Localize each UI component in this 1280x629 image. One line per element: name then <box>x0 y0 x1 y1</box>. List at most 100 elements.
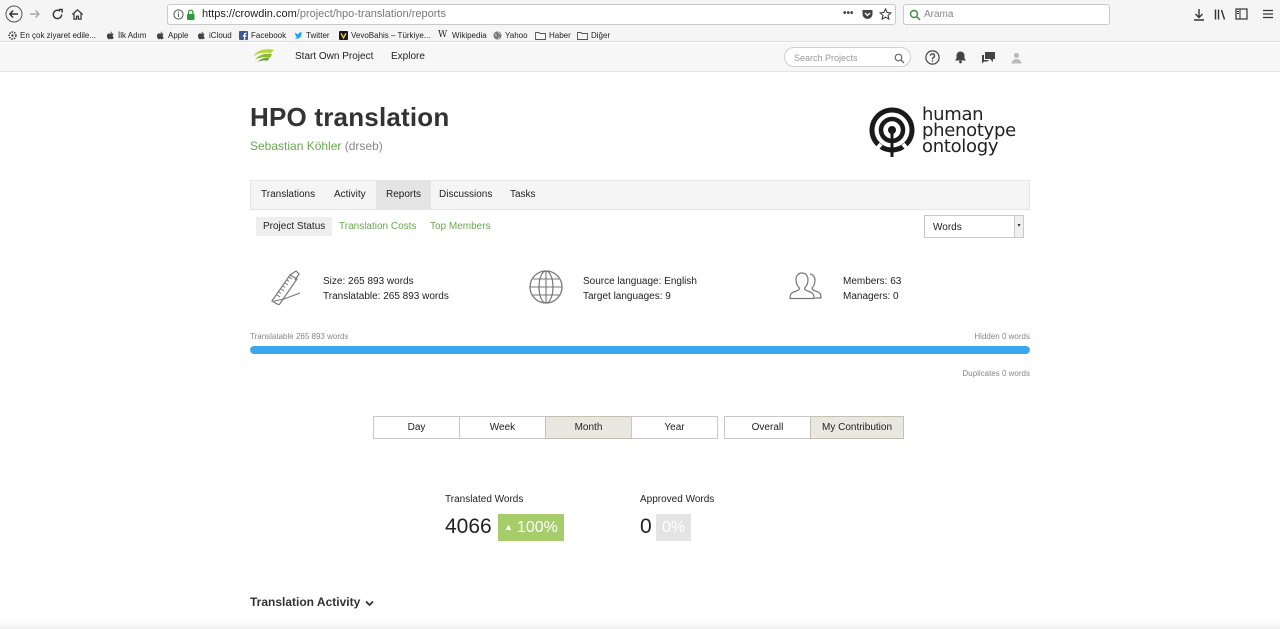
bookmarks-bar: En çok ziyaret edile... İlk Adım Apple i… <box>0 28 1280 42</box>
pocket-icon[interactable] <box>861 8 874 26</box>
reload-icon[interactable] <box>47 4 67 24</box>
translated-words-value: 4066 <box>445 515 492 538</box>
start-own-project-link[interactable]: Start Own Project <box>295 51 373 62</box>
period-week-button[interactable]: Week <box>459 416 546 439</box>
bookmark-item[interactable]: Yahoo <box>493 29 528 41</box>
subtab-project-status[interactable]: Project Status <box>256 217 333 236</box>
bookmark-item[interactable]: Diğer <box>577 29 610 41</box>
period-month-button[interactable]: Month <box>545 416 632 439</box>
crowdin-logo-icon[interactable] <box>251 47 275 67</box>
bookmark-item[interactable]: Twitter <box>294 29 330 41</box>
bookmark-item[interactable]: iCloud <box>197 29 232 41</box>
scope-my-contribution-button[interactable]: My Contribution <box>810 416 904 439</box>
browser-toolbar: https://crowdin.com/project/hpo-translat… <box>0 0 1280 28</box>
messages-icon[interactable] <box>980 49 996 65</box>
tab-translations[interactable]: Translations <box>251 181 325 209</box>
url-bar[interactable]: https://crowdin.com/project/hpo-translat… <box>167 4 896 25</box>
site-header: Start Own Project Explore Search Project… <box>0 43 1280 72</box>
apple-icon <box>106 31 115 40</box>
report-subtabs: Project Status Translation Costs Top Mem… <box>250 210 1030 244</box>
subtab-translation-costs[interactable]: Translation Costs <box>332 217 423 236</box>
twitter-icon <box>294 31 303 40</box>
bookmark-item[interactable]: Facebook <box>239 29 286 41</box>
page-actions-icon[interactable]: ••• <box>843 8 854 19</box>
period-year-button[interactable]: Year <box>631 416 718 439</box>
bookmark-label: Wikipedia <box>452 30 487 40</box>
bookmark-item[interactable]: Apple <box>156 29 188 41</box>
approved-words-value: 0 <box>640 515 652 538</box>
translation-activity-title[interactable]: Translation Activity <box>250 595 360 609</box>
browser-search-input[interactable]: Arama <box>924 9 953 20</box>
bookmark-label: Haber <box>549 30 571 40</box>
home-icon[interactable] <box>67 4 87 24</box>
globe-icon <box>528 269 564 305</box>
browser-search[interactable]: Arama <box>903 4 1110 25</box>
url-host: https://crowdin.com <box>202 8 297 20</box>
progress-fill <box>250 346 1030 354</box>
url-text: https://crowdin.com/project/hpo-translat… <box>202 8 446 20</box>
subtab-top-members[interactable]: Top Members <box>423 217 498 236</box>
project-owner: Sebastian Köhler (drseb) <box>250 139 383 153</box>
bookmark-item[interactable]: Haber <box>535 29 571 41</box>
url-path: /project/hpo-translation/reports <box>296 8 446 20</box>
owner-name-link[interactable]: Sebastian Köhler <box>250 139 341 153</box>
bookmark-item[interactable]: VevoBahis – Türkiye... <box>339 29 430 41</box>
folder-icon <box>577 31 588 40</box>
download-icon[interactable] <box>1190 5 1208 23</box>
bookmark-item[interactable]: İlk Adım <box>106 29 146 41</box>
lock-icon <box>173 8 197 26</box>
library-icon[interactable] <box>1211 5 1229 23</box>
translatable-label: Translatable 265 893 words <box>250 332 349 341</box>
tab-discussions[interactable]: Discussions <box>429 181 502 209</box>
logo-word-ontology: ontology <box>922 136 999 157</box>
bookmark-label: İlk Adım <box>118 30 147 40</box>
stat-managers: Managers: 0 <box>843 291 899 302</box>
stat-size: Size: 265 893 words <box>323 276 414 287</box>
back-icon[interactable] <box>4 4 24 24</box>
explore-link[interactable]: Explore <box>391 51 425 62</box>
project-tabs: Translations Activity Reports Discussion… <box>250 180 1030 210</box>
chevron-down-icon[interactable] <box>364 596 375 614</box>
hidden-label: Hidden 0 words <box>974 332 1030 341</box>
bookmark-label: iCloud <box>209 30 232 40</box>
units-select-value: Words <box>933 222 962 233</box>
avatar[interactable] <box>1008 49 1024 65</box>
translated-change-badge: ▲ 100% <box>498 514 564 541</box>
ruler-icon <box>268 269 304 306</box>
project-search[interactable]: Search Projects <box>784 47 911 67</box>
apple-icon <box>197 31 206 40</box>
bookmark-item[interactable]: En çok ziyaret edile... <box>8 29 96 41</box>
vevo-icon <box>339 30 348 40</box>
folder-icon <box>535 31 546 40</box>
stat-source-language: Source language: English <box>583 276 697 287</box>
approved-change-badge: 0% <box>656 514 692 541</box>
stat-members: Members: 63 <box>843 276 902 287</box>
translation-progress-bar <box>250 346 1030 354</box>
period-day-button[interactable]: Day <box>373 416 460 439</box>
tab-activity[interactable]: Activity <box>324 181 376 209</box>
select-arrow-icon: ▾ <box>1014 216 1023 237</box>
scope-overall-button[interactable]: Overall <box>724 416 811 439</box>
tab-reports[interactable]: Reports <box>376 181 432 209</box>
help-icon[interactable] <box>924 49 940 65</box>
translated-change-value: 100% <box>516 519 558 536</box>
search-icon[interactable] <box>894 51 905 69</box>
search-engine-icon <box>909 8 921 26</box>
members-icon <box>788 269 824 305</box>
duplicates-label: Duplicates 0 words <box>962 369 1030 378</box>
forward-icon[interactable] <box>25 4 45 24</box>
project-search-input[interactable]: Search Projects <box>794 53 858 63</box>
page-fade <box>0 620 1280 629</box>
bookmark-label: Yahoo <box>505 30 528 40</box>
up-arrow-icon: ▲ <box>504 522 513 532</box>
bell-icon[interactable] <box>952 49 968 65</box>
tab-tasks[interactable]: Tasks <box>500 181 546 209</box>
sidebar-icon[interactable] <box>1232 5 1250 23</box>
bookmark-label: Apple <box>168 30 189 40</box>
menu-icon[interactable] <box>1259 5 1277 23</box>
bookmark-item[interactable]: W Wikipedia <box>438 29 487 41</box>
units-select[interactable]: Words ▾ <box>924 215 1024 238</box>
facebook-icon <box>239 30 248 40</box>
bookmark-star-icon[interactable] <box>878 7 893 26</box>
approved-words-label: Approved Words <box>640 494 715 505</box>
